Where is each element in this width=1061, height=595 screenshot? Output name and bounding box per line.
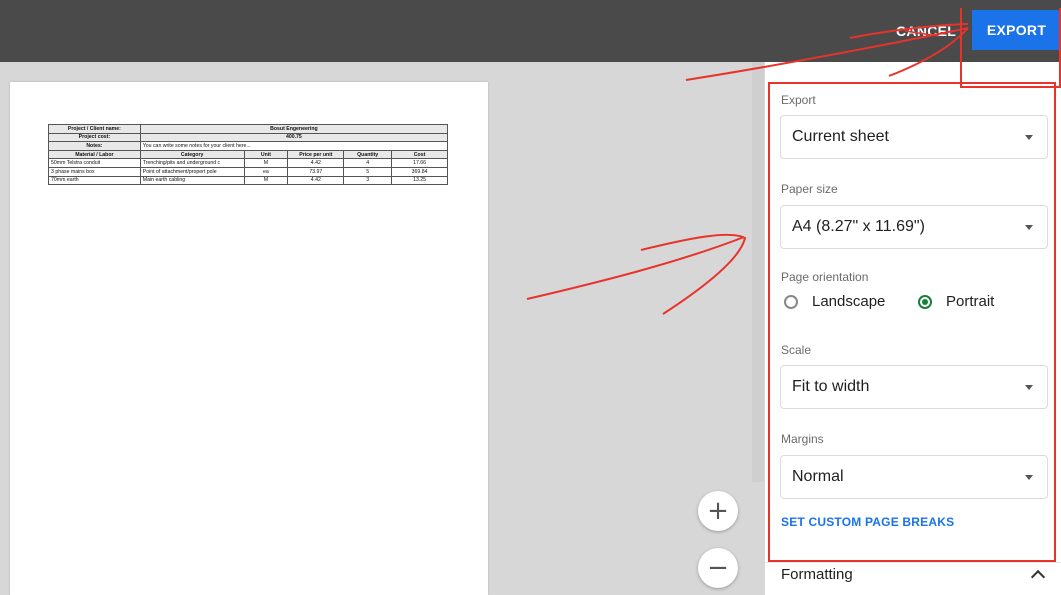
table-cell: Point of attachment/propert pole [139,166,245,177]
paper-size-select[interactable]: A4 (8.27" x 11.69") [780,205,1048,249]
table-cell: 3 [343,175,393,186]
scale-value: Fit to width [792,378,870,395]
cost-label-cell: Project cost: [48,132,141,143]
landscape-label: Landscape [812,293,886,310]
minus-icon: − [707,553,729,583]
table-cell: M [243,158,289,168]
orientation-label: Page orientation [781,270,869,284]
column-header: Price per unit [287,149,345,160]
dropdown-caret-icon [1025,385,1033,390]
sheet-table: Project / Client name: Bosut Engeneering… [48,124,449,186]
margins-label: Margins [781,432,824,446]
column-header: Material / Labor [48,149,141,160]
table-cell: 70mm earth [48,175,141,186]
table-cell: 50mm Telstra conduit [48,158,141,168]
zoom-out-button[interactable]: − [698,548,738,588]
project-value-cell: Bosut Engeneering [139,124,449,134]
table-row: Project cost: 400.75 [48,132,449,143]
table-cell: Main earth cabling [139,175,245,186]
top-toolbar: CANCEL EXPORT [0,0,1061,62]
column-header: Unit [243,149,289,160]
table-row: 70mm earth Main earth cabling M 4.42 3 1… [48,175,448,186]
table-cell: 4 [343,158,393,168]
table-cell: 4.42 [287,175,345,186]
cost-value-cell: 400.75 [139,132,449,143]
margins-select[interactable]: Normal [780,455,1048,499]
section-divider [765,562,1061,563]
radio-checked-icon [918,294,932,309]
plus-icon: + [707,496,729,526]
formatting-section-header[interactable]: Formatting [781,566,853,583]
notes-value-cell: You can write some notes for your client… [139,141,449,151]
table-cell: 4.42 [287,158,345,168]
dropdown-caret-icon [1025,475,1033,480]
cancel-button[interactable]: CANCEL [896,20,956,42]
export-label: Export [781,93,816,107]
table-cell: 3 phase mains box [48,166,141,177]
preview-page: Project / Client name: Bosut Engeneering… [10,82,488,595]
landscape-radio[interactable]: Landscape [784,293,885,310]
portrait-label: Portrait [946,293,995,310]
table-header-row: Material / Labor Category Unit Price per… [48,149,448,160]
paper-size-value: A4 (8.27" x 11.69") [792,218,925,235]
table-cell: 17.66 [391,158,448,168]
export-select[interactable]: Current sheet [780,115,1048,159]
table-cell: 13.25 [391,175,448,186]
export-button[interactable]: EXPORT [972,10,1061,50]
portrait-radio[interactable]: Portrait [918,293,994,310]
margins-value: Normal [792,468,844,485]
table-cell: ea [243,166,289,177]
table-cell: 5 [343,166,393,177]
scale-select[interactable]: Fit to width [780,365,1048,409]
project-label-cell: Project / Client name: [48,124,141,134]
paper-size-label: Paper size [781,182,838,196]
notes-label-cell: Notes: [48,141,141,151]
table-row: 50mm Telstra conduit Trenching/pits and … [48,158,448,168]
table-row: Notes: You can write some notes for your… [48,141,449,151]
scale-label: Scale [781,343,812,357]
table-cell: 73.97 [287,166,345,177]
dropdown-caret-icon [1025,135,1033,140]
table-cell: M [243,175,289,186]
column-header: Cost [391,149,448,160]
dropdown-caret-icon [1025,225,1033,230]
table-row: 3 phase mains box Point of attachment/pr… [48,166,448,177]
set-custom-page-breaks-button[interactable]: SET CUSTOM PAGE BREAKS [781,515,954,529]
preview-scrollbar[interactable] [752,62,764,482]
zoom-in-button[interactable]: + [698,491,738,531]
export-select-value: Current sheet [792,128,889,145]
table-cell: 369.84 [391,166,448,177]
table-cell: Trenching/pits and underground c [139,158,245,168]
radio-unchecked-icon [784,294,798,309]
table-row: Project / Client name: Bosut Engeneering [48,124,449,134]
column-header: Category [139,149,245,160]
column-header: Quantity [343,149,393,160]
